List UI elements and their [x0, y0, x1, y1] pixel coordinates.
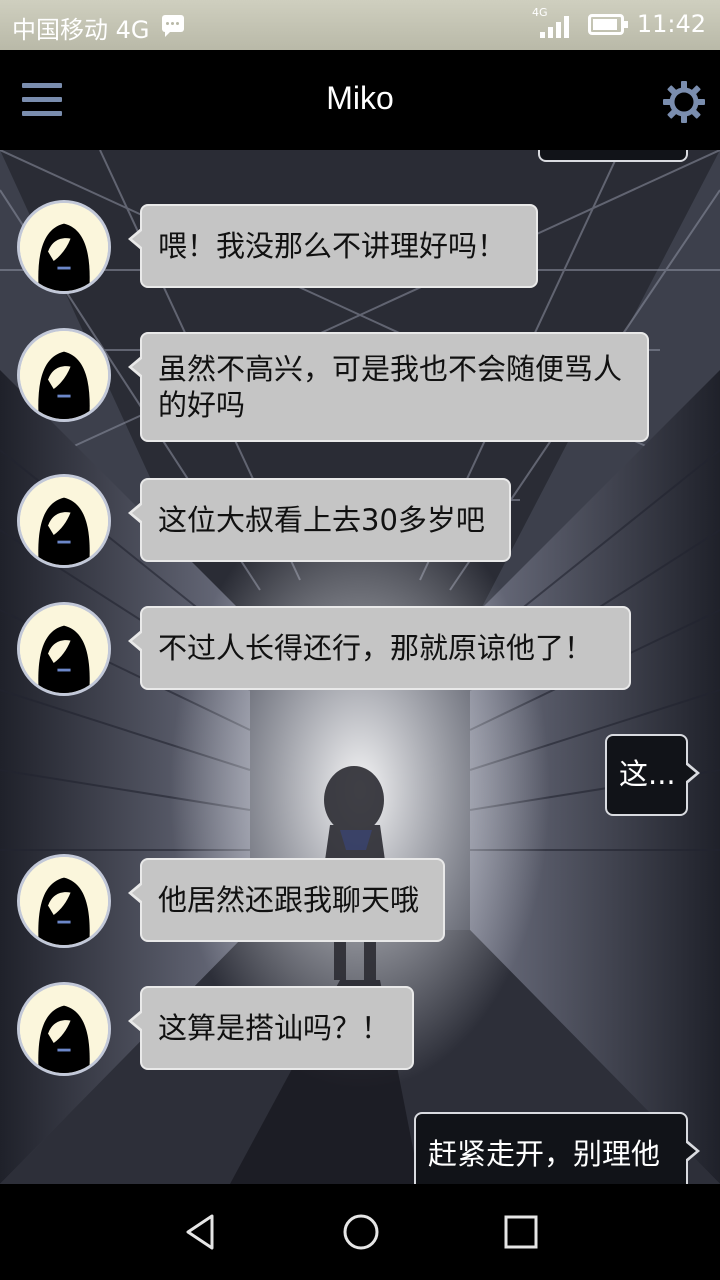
message-bubble[interactable]: 他居然还跟我聊天哦	[128, 858, 445, 942]
battery-icon	[588, 14, 628, 35]
message-bubble-outgoing[interactable]: 这...	[605, 734, 700, 816]
clock: 11:42	[636, 10, 706, 38]
app-bar: Miko	[0, 50, 720, 150]
message-bubble[interactable]: 不过人长得还行，那就原谅他了！	[128, 606, 631, 690]
gear-icon[interactable]	[662, 80, 706, 124]
navigation-bar	[0, 1184, 720, 1280]
page-title: Miko	[326, 80, 394, 116]
recents-icon[interactable]	[497, 1208, 545, 1256]
message-bubble[interactable]: 这算是搭讪吗？！	[128, 986, 414, 1070]
home-icon[interactable]	[337, 1208, 385, 1256]
avatar[interactable]	[17, 602, 111, 696]
avatar[interactable]	[17, 854, 111, 948]
avatar[interactable]	[17, 474, 111, 568]
avatar[interactable]	[17, 200, 111, 294]
message-bubble-outgoing[interactable]: 赶紧走开，别理他	[414, 1112, 700, 1184]
signal-icon	[540, 16, 574, 38]
previous-message-bubble	[538, 150, 688, 162]
message-bubble[interactable]: 喂！我没那么不讲理好吗！	[128, 204, 538, 288]
back-icon[interactable]	[178, 1208, 226, 1256]
avatar[interactable]	[17, 982, 111, 1076]
message-bubble[interactable]: 虽然不高兴，可是我也不会随便骂人的好吗	[128, 332, 649, 442]
sms-icon	[162, 15, 184, 37]
carrier-label: 中国移动 4G	[12, 16, 150, 44]
avatar[interactable]	[17, 328, 111, 422]
message-bubble[interactable]: 这位大叔看上去30多岁吧	[128, 478, 511, 562]
chat-area[interactable]: 喂！我没那么不讲理好吗！ 虽然不高兴，可是我也不会随便骂人的好吗 这位大叔看上去…	[0, 150, 720, 1184]
status-bar: 中国移动 4G 4G 11:42	[0, 0, 720, 50]
